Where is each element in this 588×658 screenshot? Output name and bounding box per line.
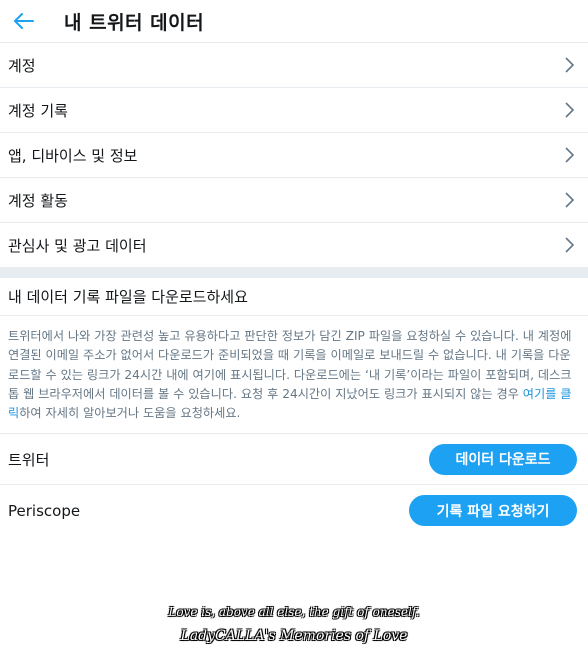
menu-item-label: 계정 xyxy=(8,56,36,75)
chevron-right-icon xyxy=(565,192,575,208)
menu-item-account[interactable]: 계정 xyxy=(0,43,588,88)
menu-item-account-history[interactable]: 계정 기록 xyxy=(0,88,588,133)
chevron-right-icon xyxy=(565,147,575,163)
twitter-download-row: 트위터 데이터 다운로드 xyxy=(0,434,588,486)
chevron-right-icon xyxy=(565,102,575,118)
periscope-download-row: Periscope 기록 파일 요청하기 xyxy=(0,485,588,536)
download-data-button[interactable]: 데이터 다운로드 xyxy=(429,443,577,475)
menu-item-interests-ads[interactable]: 관심사 및 광고 데이터 xyxy=(0,223,588,268)
menu-item-label: 앱, 디바이스 및 정보 xyxy=(8,146,138,165)
download-section-heading: 내 데이터 기록 파일을 다운로드하세요 xyxy=(0,278,588,316)
request-archive-button[interactable]: 기록 파일 요청하기 xyxy=(409,495,577,527)
menu-item-account-activity[interactable]: 계정 활동 xyxy=(0,178,588,223)
description-text-end: 하여 자세히 알아보거나 도움을 요청하세요. xyxy=(19,406,241,421)
chevron-right-icon xyxy=(565,57,575,73)
menu-item-label: 계정 기록 xyxy=(8,101,68,120)
top-bar: 내 트위터 데이터 xyxy=(0,0,588,43)
twitter-label: 트위터 xyxy=(8,450,50,469)
section-divider xyxy=(0,268,588,278)
back-button[interactable] xyxy=(2,0,46,43)
description-text: 트위터에서 나와 가장 관련성 높고 유용하다고 판단한 정보가 담긴 ZIP … xyxy=(8,329,572,401)
watermark-line-2: LadyCALLA's Memories of Love xyxy=(180,628,408,644)
settings-menu: 계정 계정 기록 앱, 디바이스 및 정보 계정 활동 관심사 및 광고 데이터 xyxy=(0,43,588,268)
periscope-label: Periscope xyxy=(8,501,81,520)
download-description: 트위터에서 나와 가장 관련성 높고 유용하다고 판단한 정보가 담긴 ZIP … xyxy=(0,316,588,435)
menu-item-label: 관심사 및 광고 데이터 xyxy=(8,236,147,255)
arrow-left-icon xyxy=(14,13,34,29)
menu-item-apps-devices[interactable]: 앱, 디바이스 및 정보 xyxy=(0,133,588,178)
menu-item-label: 계정 활동 xyxy=(8,191,68,210)
chevron-right-icon xyxy=(565,237,575,253)
watermark-line-1: Love is, above all else, the gift of one… xyxy=(168,605,420,619)
page-title: 내 트위터 데이터 xyxy=(64,11,205,34)
